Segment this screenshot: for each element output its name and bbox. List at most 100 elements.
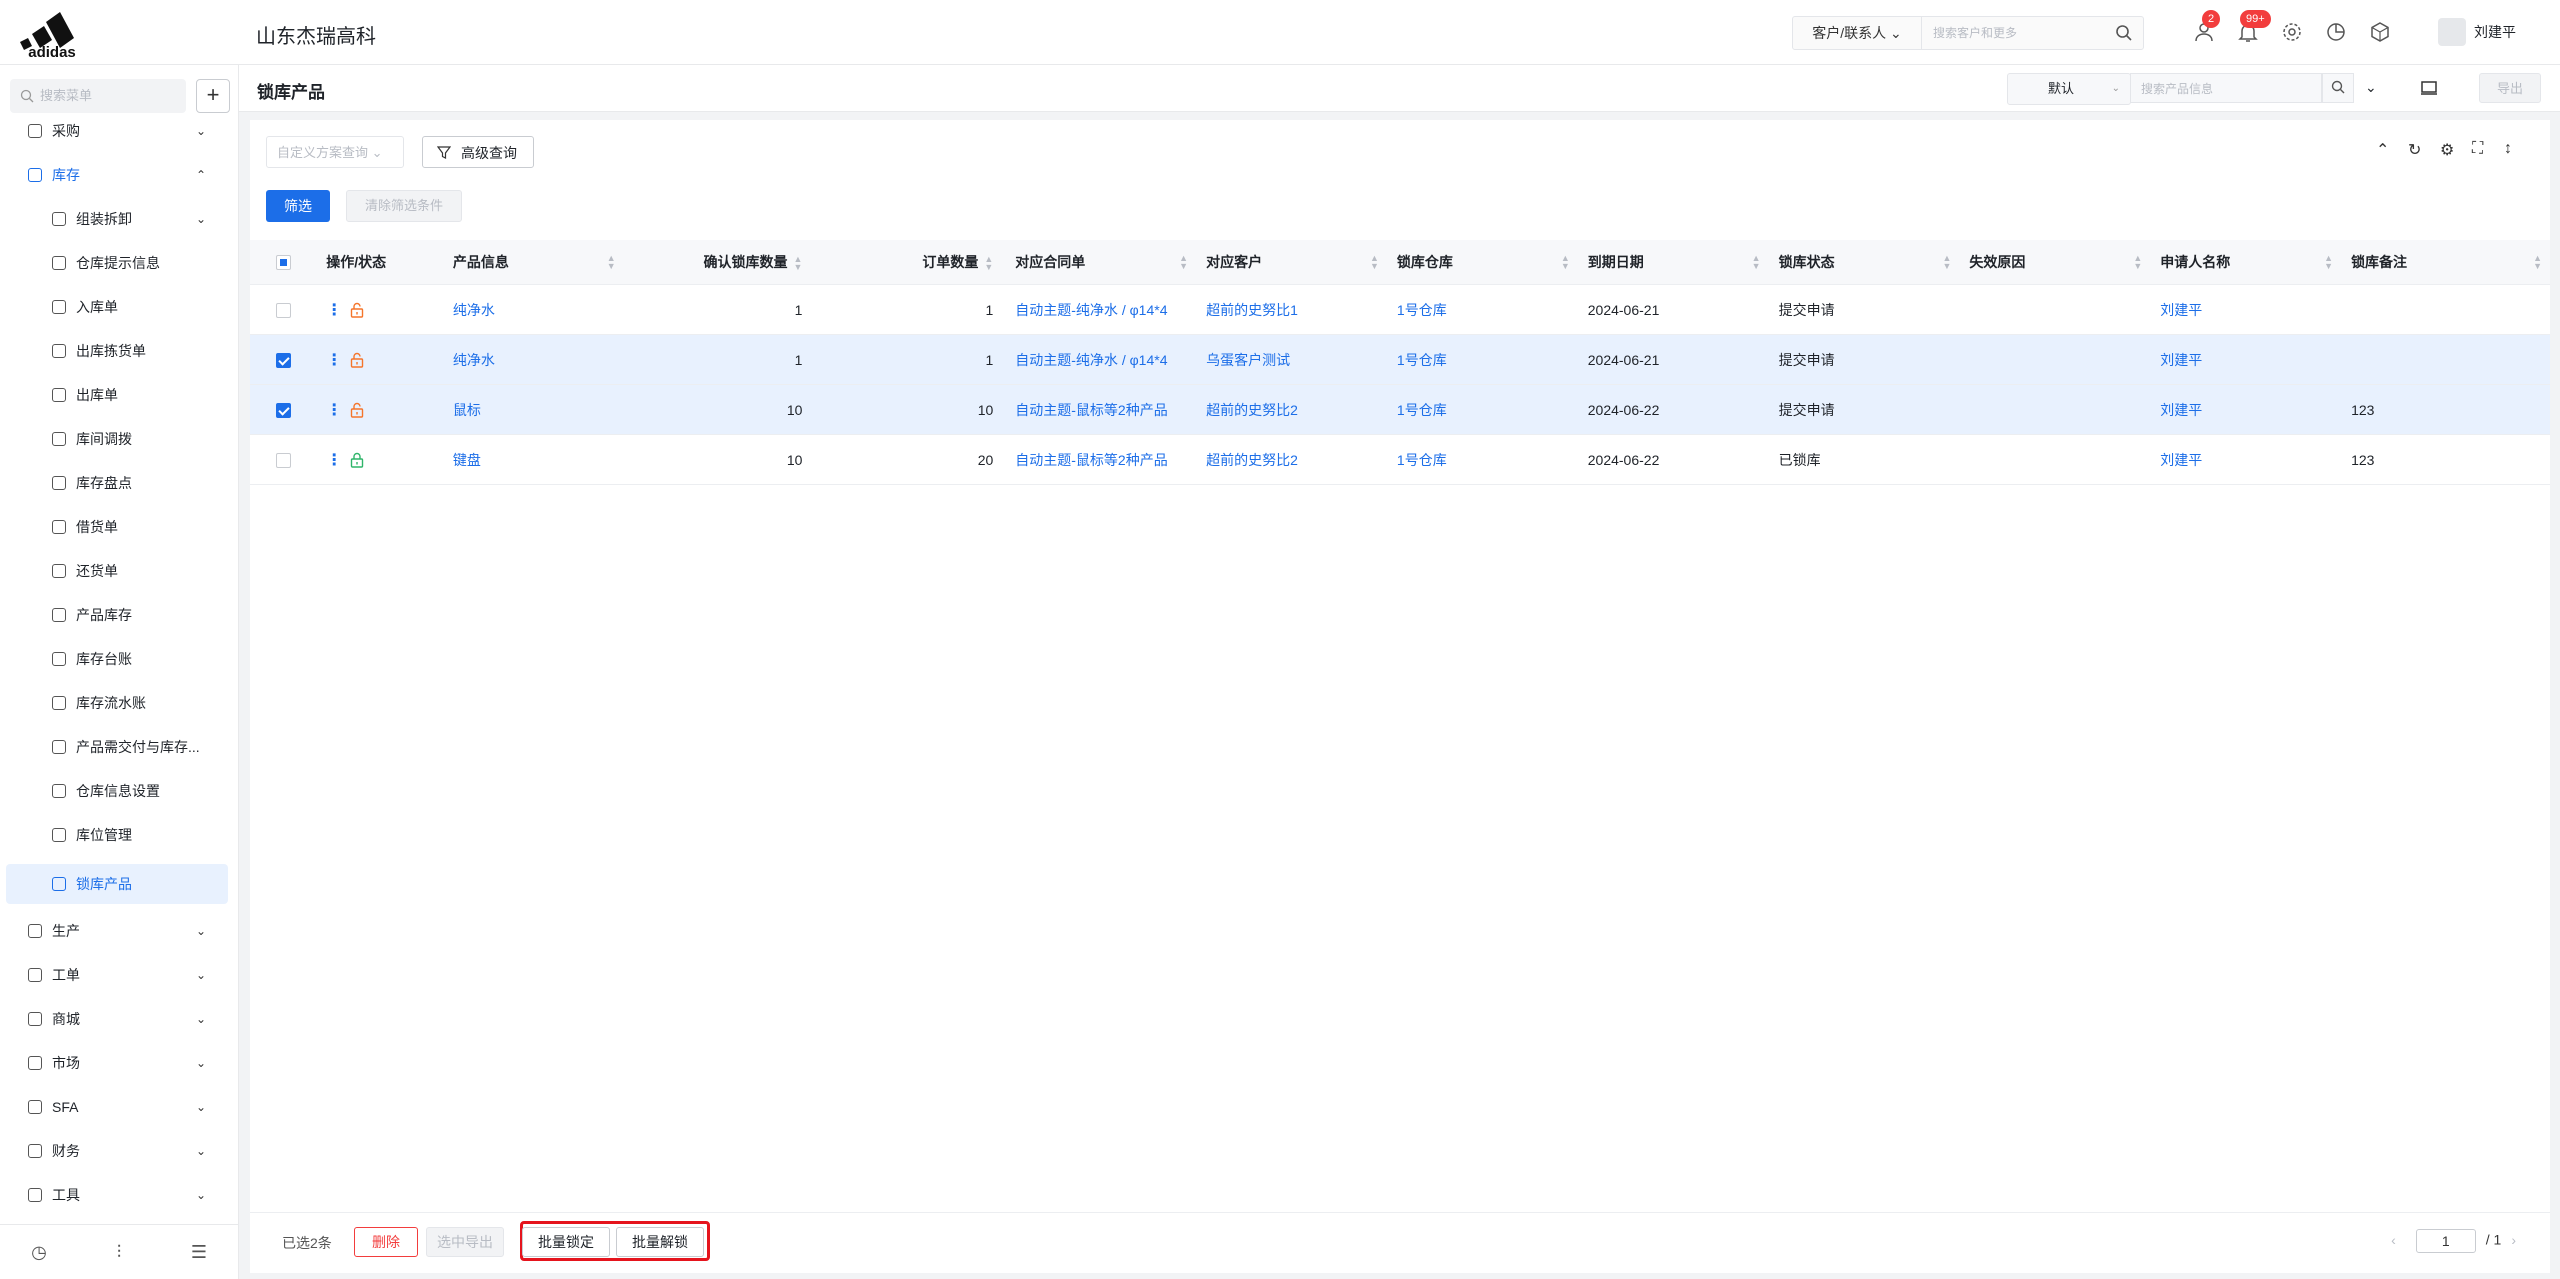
applicant-link[interactable]: 刘建平 <box>2150 384 2342 435</box>
menu-search-input[interactable]: 搜索菜单 <box>40 79 92 113</box>
table-row[interactable]: ⋮ 键盘 10 20 自动主题-鼠标等2种产品 超前的史努比2 1号仓库 202… <box>250 434 2550 485</box>
batch-unlock-button[interactable]: 批量解锁 <box>616 1227 704 1257</box>
column-height-icon[interactable]: ↕ <box>2504 140 2524 160</box>
col-due[interactable]: 到期日期 ▲ ▼ <box>1577 240 1769 285</box>
table-row[interactable]: ⋮ 纯净水 1 1 自动主题-纯净水 / φ14*4 超前的史努比1 1号仓库 … <box>250 284 2550 335</box>
sort-icon[interactable]: ▲ ▼ <box>984 255 993 272</box>
col-warehouse[interactable]: 锁库仓库 ▲ ▼ <box>1386 240 1578 285</box>
sort-icon[interactable]: ▲ ▼ <box>1942 254 1951 271</box>
sort-icon[interactable]: ▲ ▼ <box>607 254 616 271</box>
menu-search[interactable]: 搜索菜单 <box>10 79 186 113</box>
sidebar-item-sfa[interactable]: SFA ⌄ <box>0 1087 238 1127</box>
sidebar-item-locked-products[interactable]: 锁库产品 <box>6 864 228 904</box>
global-search[interactable]: 客户/联系人 ⌄ 搜索客户和更多 <box>1792 16 2144 50</box>
fullscreen-icon[interactable]: ⛶ <box>2472 140 2492 160</box>
sidebar-item-assembly[interactable]: 组装拆卸 ⌄ <box>0 199 238 239</box>
applicant-link[interactable]: 刘建平 <box>2150 284 2342 335</box>
customer-link[interactable]: 超前的史努比1 <box>1196 284 1387 335</box>
sort-icon[interactable]: ▲ ▼ <box>1370 254 1379 271</box>
more-actions-icon[interactable]: ⋮ <box>326 450 342 470</box>
sidebar-item-warehouse-tips[interactable]: 仓库提示信息 <box>0 243 238 283</box>
sort-icon[interactable]: ▲ ▼ <box>2533 254 2542 271</box>
print-icon[interactable] <box>2419 78 2439 98</box>
sidebar-item-location[interactable]: 库位管理 <box>0 815 238 855</box>
user-menu[interactable]: 刘建平 <box>2438 18 2516 46</box>
prev-page-icon[interactable]: ‹ <box>2391 1232 2396 1248</box>
select-all-checkbox[interactable] <box>275 255 291 271</box>
sidebar-item-production[interactable]: 生产 ⌄ <box>0 911 238 951</box>
table-row[interactable]: ⋮ 鼠标 10 10 自动主题-鼠标等2种产品 超前的史努比2 1号仓库 202… <box>250 384 2550 435</box>
col-customer[interactable]: 对应客户 ▲ ▼ <box>1196 240 1387 285</box>
export-selected-button[interactable]: 选中导出 <box>426 1227 504 1257</box>
history-icon[interactable]: ◷ <box>28 1241 50 1263</box>
sidebar-item-inventory[interactable]: 库存 ⌃ <box>0 155 238 195</box>
warehouse-link[interactable]: 1号仓库 <box>1386 284 1578 335</box>
product-link[interactable]: 键盘 <box>442 434 624 485</box>
filter-button[interactable]: 筛选 <box>266 190 330 222</box>
sidebar-item-finance[interactable]: 财务 ⌄ <box>0 1131 238 1171</box>
customer-link[interactable]: 超前的史努比2 <box>1196 434 1387 485</box>
warehouse-link[interactable]: 1号仓库 <box>1386 434 1578 485</box>
sliders-icon[interactable]: ⫶ <box>108 1241 130 1263</box>
sidebar-item-purchase[interactable]: 采购 ⌄ <box>0 111 238 151</box>
next-page-icon[interactable]: › <box>2511 1232 2516 1248</box>
batch-lock-button[interactable]: 批量锁定 <box>522 1227 610 1257</box>
sort-icon[interactable]: ▲ ▼ <box>1752 254 1761 271</box>
sidebar-item-market[interactable]: 市场 ⌄ <box>0 1043 238 1083</box>
gear-icon[interactable] <box>2280 20 2304 44</box>
product-search-input[interactable]: 搜索产品信息 <box>2130 73 2322 103</box>
sort-icon[interactable]: ▲ ▼ <box>2324 254 2333 271</box>
product-link[interactable]: 纯净水 <box>442 334 624 385</box>
col-confirm-qty[interactable]: 确认锁库数量 ▲ ▼ <box>623 240 815 285</box>
global-search-input[interactable]: 搜索客户和更多 <box>1933 17 2017 49</box>
applicant-link[interactable]: 刘建平 <box>2150 434 2342 485</box>
table-row[interactable]: ⋮ 纯净水 1 1 自动主题-纯净水 / φ14*4 乌蛋客户测试 1号仓库 2… <box>250 334 2550 385</box>
row-checkbox[interactable] <box>275 452 291 468</box>
brand-logo[interactable]: adidas <box>14 8 90 58</box>
search-icon[interactable] <box>2115 24 2133 42</box>
col-order-qty[interactable]: 订单数量 ▲ ▼ <box>814 240 1006 285</box>
row-checkbox[interactable] <box>275 402 291 418</box>
sidebar-item-transfer[interactable]: 库间调拨 <box>0 419 238 459</box>
refresh-icon[interactable]: ↻ <box>2408 140 2428 160</box>
sidebar-item-tools[interactable]: 工具 ⌄ <box>0 1175 238 1215</box>
scheme-select[interactable]: 自定义方案查询 ⌄ <box>266 136 404 168</box>
chart-pie-icon[interactable] <box>2324 20 2348 44</box>
search-scope-select[interactable]: 客户/联系人 ⌄ <box>1793 17 1922 49</box>
col-contract[interactable]: 对应合同单 ▲ ▼ <box>1005 240 1197 285</box>
sidebar-item-product-stock[interactable]: 产品库存 <box>0 595 238 635</box>
contract-link[interactable]: 自动主题-纯净水 / φ14*4 <box>1005 284 1197 335</box>
col-status[interactable]: 锁库状态 ▲ ▼ <box>1768 240 1960 285</box>
sidebar-item-outbound[interactable]: 出库单 <box>0 375 238 415</box>
customer-link[interactable]: 超前的史努比2 <box>1196 384 1387 435</box>
warehouse-link[interactable]: 1号仓库 <box>1386 334 1578 385</box>
col-reason[interactable]: 失效原因 ▲ ▼ <box>1959 240 2151 285</box>
customer-link[interactable]: 乌蛋客户测试 <box>1196 334 1387 385</box>
sort-icon[interactable]: ▲ ▼ <box>2133 254 2142 271</box>
applicant-link[interactable]: 刘建平 <box>2150 334 2342 385</box>
sort-icon[interactable]: ▲ ▼ <box>794 255 803 272</box>
product-link[interactable]: 鼠标 <box>442 384 624 435</box>
collapse-up-icon[interactable]: ⌃ <box>2376 140 2396 160</box>
contract-link[interactable]: 自动主题-纯净水 / φ14*4 <box>1005 334 1197 385</box>
sidebar-item-return[interactable]: 还货单 <box>0 551 238 591</box>
sort-icon[interactable]: ▲ ▼ <box>1561 254 1570 271</box>
sidebar-item-journal[interactable]: 库存流水账 <box>0 683 238 723</box>
sidebar-item-picking[interactable]: 出库拣货单 <box>0 331 238 371</box>
more-actions-icon[interactable]: ⋮ <box>326 350 342 370</box>
sidebar-item-delivery-stock[interactable]: 产品需交付与库存... <box>0 727 238 767</box>
delete-button[interactable]: 删除 <box>354 1227 418 1257</box>
row-checkbox[interactable] <box>275 302 291 318</box>
sidebar-item-inbound[interactable]: 入库单 <box>0 287 238 327</box>
page-input[interactable]: 1 <box>2415 1229 2476 1253</box>
sidebar-item-ledger[interactable]: 库存台账 <box>0 639 238 679</box>
more-actions-icon[interactable]: ⋮ <box>326 400 342 420</box>
cube-icon[interactable] <box>2368 20 2392 44</box>
export-button[interactable]: 导出 <box>2479 73 2541 103</box>
sidebar-item-stocktake[interactable]: 库存盘点 <box>0 463 238 503</box>
chevron-down-icon[interactable]: ⌄ <box>2365 79 2377 96</box>
sidebar-item-borrow[interactable]: 借货单 <box>0 507 238 547</box>
warehouse-link[interactable]: 1号仓库 <box>1386 384 1578 435</box>
col-applicant[interactable]: 申请人名称 ▲ ▼ <box>2150 240 2342 285</box>
collapse-menu-icon[interactable]: ☰ <box>188 1241 210 1263</box>
